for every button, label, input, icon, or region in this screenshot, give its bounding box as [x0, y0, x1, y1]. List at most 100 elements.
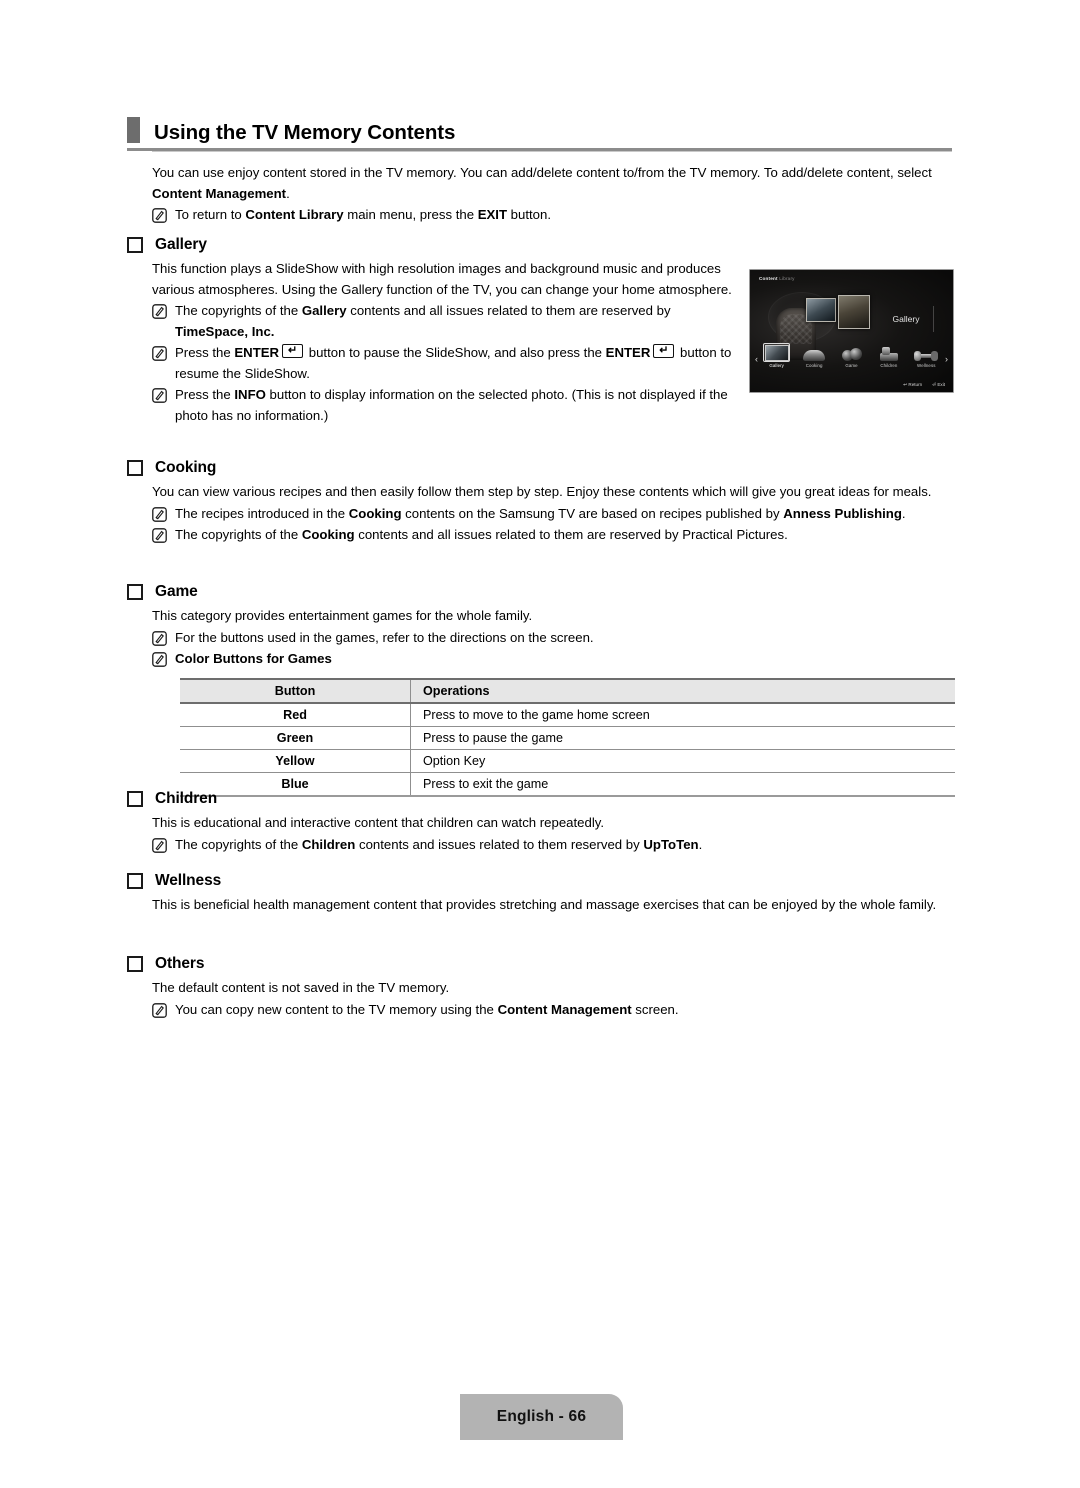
children-note-1e: . [698, 836, 703, 852]
children-paragraph: This is educational and interactive cont… [152, 815, 605, 830]
section-wellness-title: Wellness [155, 872, 222, 889]
note-pen-icon [152, 388, 167, 403]
section-children-head: Children [127, 790, 952, 808]
note-pen-icon [152, 208, 167, 223]
exit-key-icon: ⏎ [932, 382, 937, 387]
others-paragraph: The default content is not saved in the … [152, 980, 450, 995]
note-pen-icon [152, 630, 167, 646]
section-children-body: This is educational and interactive cont… [152, 808, 952, 855]
cooking-note-1c: contents on the Samsung TV are based on … [401, 505, 784, 521]
tv-selected-category-label: Gallery [892, 314, 920, 324]
table-header-operations: Operations [410, 678, 955, 704]
table-cell-operation: Press to pause the game [410, 726, 955, 750]
note-pen-icon [152, 1002, 167, 1018]
gallery-note-2: Press the ENTER button to pause the Slid… [152, 343, 744, 384]
children-note-1a: The copyrights of the [175, 836, 302, 852]
tv-nav-label-gallery: Gallery [769, 362, 784, 368]
intro-paragraph: You can use enjoy content stored in the … [152, 163, 952, 204]
note-pen-icon [152, 304, 167, 319]
note-pen-icon [152, 346, 167, 361]
intro-block: You can use enjoy content stored in the … [152, 163, 952, 226]
tv-photo-frame-2 [838, 295, 870, 329]
section-bullet-icon [127, 791, 143, 807]
gallery-note-3-text: Press the INFO button to display informa… [175, 385, 744, 426]
cooking-note-1-text: The recipes introduced in the Cooking co… [175, 504, 952, 525]
gallery-note-2a: Press the [175, 345, 235, 360]
tv-vertical-divider [933, 306, 934, 332]
tv-category-nav: Gallery Cooking Game Children Wellness [750, 343, 953, 376]
section-cooking-title: Cooking [155, 459, 217, 476]
section-cooking-body: You can view various recipes and then ea… [152, 477, 952, 546]
cooking-note-2c: contents and all issues related to them … [354, 527, 788, 542]
table-row: Red Press to move to the game home scree… [180, 703, 955, 727]
tv-return-label: Return [908, 382, 923, 387]
wellness-paragraph: This is beneficial health management con… [152, 897, 937, 912]
section-gallery-head: Gallery [127, 236, 952, 254]
gallery-note-3a: Press the [175, 387, 235, 402]
game-note-2-text: Color Buttons for Games [175, 651, 332, 666]
table-head: Button Operations [180, 678, 955, 704]
others-note-1b: Content Management [497, 1001, 632, 1017]
tv-photo-frame-1 [806, 298, 836, 322]
table-cell-button: Red [180, 703, 411, 727]
section-children: Children This is educational and interac… [127, 790, 952, 855]
section-game: Game This category provides entertainmen… [127, 583, 952, 670]
note-pen-icon [152, 652, 167, 667]
section-others-head: Others [127, 955, 952, 973]
tv-nav-item-cooking[interactable]: Cooking [801, 344, 826, 368]
children-note-1d: UpToTen [643, 836, 699, 852]
table-cell-button: Green [180, 726, 411, 750]
gallery-paragraph: This function plays a SlideShow with hig… [152, 261, 732, 297]
gallery-note-2-enter-1: ENTER [234, 345, 280, 360]
intro-line-2a: select [897, 165, 932, 180]
children-note-1c: contents and issues related to them rese… [355, 836, 644, 852]
tv-nav-label-game: Game [845, 362, 858, 368]
game-note-1-text: For the buttons used in the games, refer… [175, 629, 594, 645]
game-thumb-icon [841, 348, 862, 361]
tv-exit-hint: ⏎ Exit [932, 382, 945, 388]
gallery-note-1-text: The copyrights of the Gallery contents a… [175, 301, 744, 342]
cooking-note-2a: The copyrights of the [175, 527, 302, 542]
section-bullet-icon [127, 956, 143, 972]
gallery-note-1c: contents and all issues related to them … [346, 303, 671, 318]
gallery-note-2-enter-2: ENTER [605, 345, 651, 360]
cooking-thumb-icon [803, 350, 826, 361]
tv-nav-item-wellness[interactable]: Wellness [914, 344, 939, 368]
section-bullet-icon [127, 584, 143, 600]
note-exit-content-library: Content Library [245, 207, 344, 222]
table-header-button: Button [180, 678, 411, 704]
table-cell-operation: Option Key [410, 749, 955, 773]
others-note-1-text: You can copy new content to the TV memor… [175, 1000, 952, 1021]
cooking-note-2: The copyrights of the Cooking contents a… [152, 525, 952, 546]
note-exit: To return to Content Library main menu, … [152, 205, 952, 226]
section-gallery-title: Gallery [155, 236, 207, 253]
tv-nav-item-game[interactable]: Game [839, 344, 864, 368]
cooking-note-1d: Anness Publishing [783, 505, 902, 521]
cooking-note-1b: Cooking [348, 505, 402, 521]
enter-key-icon [653, 344, 675, 358]
game-note-2: Color Buttons for Games [152, 649, 952, 670]
children-note-1-text: The copyrights of the Children contents … [175, 835, 952, 856]
gallery-note-1a: The copyrights of the [175, 303, 302, 318]
section-others-title: Others [155, 955, 205, 972]
tv-nav-item-children[interactable]: Children [876, 344, 901, 368]
gallery-thumb-icon [764, 345, 789, 361]
note-pen-icon [152, 506, 167, 522]
others-note-1a: You can copy new content to the TV memor… [175, 1001, 498, 1017]
tv-nav-thumb [801, 344, 826, 361]
color-buttons-table: Button Operations Red Press to move to t… [180, 678, 955, 797]
note-exit-key: EXIT [477, 207, 508, 222]
section-others: Others The default content is not saved … [127, 955, 952, 1020]
cooking-note-2b: Cooking [301, 527, 355, 542]
wellness-thumb-icon [914, 351, 938, 361]
tv-title-light: Library [777, 276, 795, 281]
header-rule-thin [152, 151, 952, 152]
table-cell-button: Yellow [180, 749, 411, 773]
tv-nav-item-gallery[interactable]: Gallery [762, 343, 791, 368]
others-note-1: You can copy new content to the TV memor… [152, 1000, 952, 1021]
section-game-title: Game [155, 583, 198, 600]
tv-footer-hints: ↩ Return ⏎ Exit [903, 382, 945, 388]
page-number-badge: English - 66 [460, 1394, 623, 1440]
return-arrow-icon: ↩ [903, 382, 908, 387]
cooking-note-1e: . [901, 505, 906, 521]
